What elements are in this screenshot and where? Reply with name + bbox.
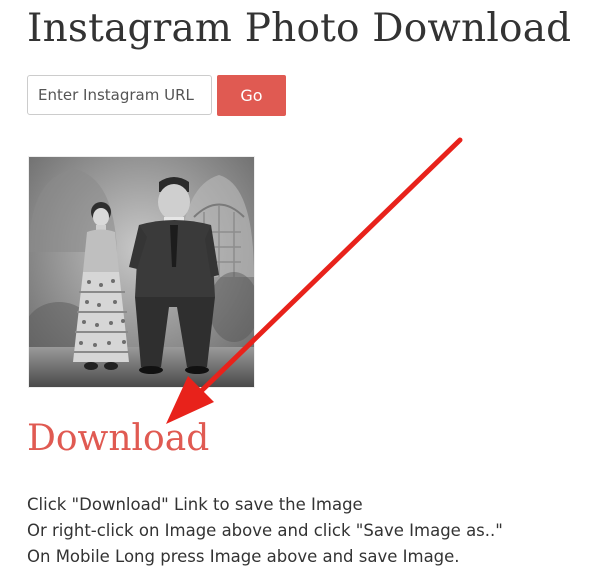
instagram-photo[interactable] (29, 157, 254, 387)
instructions: Click "Download" Link to save the Image … (27, 492, 503, 570)
go-button[interactable]: Go (217, 75, 286, 116)
instruction-line: On Mobile Long press Image above and sav… (27, 547, 460, 566)
page-title: Instagram Photo Download (27, 6, 572, 51)
instruction-line: Click "Download" Link to save the Image (27, 495, 363, 514)
url-input[interactable] (27, 75, 212, 115)
download-link[interactable]: Download (27, 418, 209, 459)
page: Instagram Photo Download Go (0, 0, 600, 581)
instruction-line: Or right-click on Image above and click … (27, 521, 503, 540)
